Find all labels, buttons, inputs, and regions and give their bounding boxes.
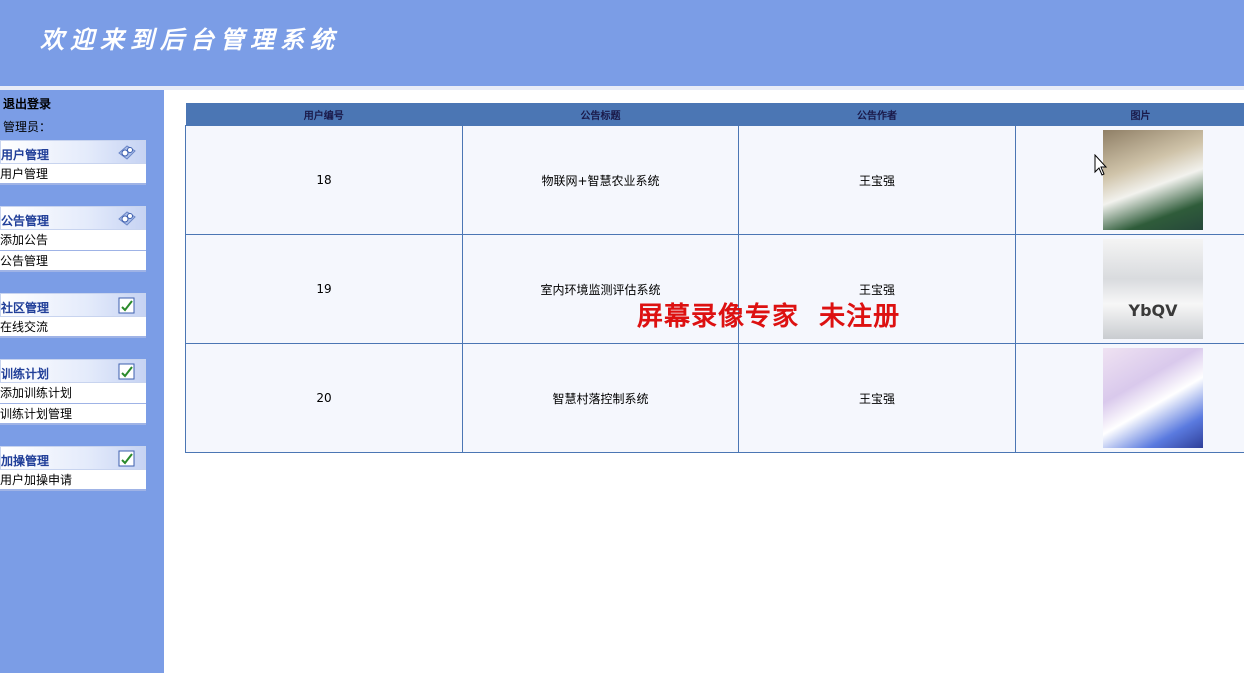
sidebar-item-add-notice[interactable]: 添加公告 — [0, 230, 146, 251]
table-row: 18 物联网+智慧农业系统 王宝强 — [185, 125, 1244, 235]
menu-head-label: 公告管理 — [1, 214, 50, 228]
menu-head-user[interactable]: 用户管理 — [0, 140, 146, 164]
edit-note-icon — [118, 363, 135, 380]
sidebar-item-add-training[interactable]: 添加训练计划 — [0, 383, 146, 404]
gears-icon — [118, 211, 136, 226]
col-header-image: 图片 — [1015, 103, 1244, 126]
cell-user-id: 19 — [185, 234, 463, 344]
menu-head-training[interactable]: 训练计划 — [0, 359, 146, 383]
notice-image — [1103, 130, 1203, 230]
cell-image — [1015, 343, 1244, 453]
sidebar-item-training-manage[interactable]: 训练计划管理 — [0, 404, 146, 425]
notice-image: YbQV — [1103, 239, 1203, 339]
system-title: 欢迎来到后台管理系统 — [40, 25, 340, 54]
gears-icon — [118, 145, 136, 160]
menu-group-user: 用户管理 用户管理 — [0, 140, 146, 185]
notice-table: 用户编号 公告标题 公告作者 图片 18 物联网+智慧农业系统 王宝强 19 室… — [185, 103, 1244, 453]
table-header-row: 用户编号 公告标题 公告作者 图片 — [185, 103, 1244, 126]
col-header-title: 公告标题 — [462, 103, 739, 126]
cell-author: 王宝强 — [738, 125, 1016, 235]
mouse-cursor-icon — [1094, 154, 1108, 176]
menu-group-notice: 公告管理 添加公告 公告管理 — [0, 206, 146, 272]
edit-note-icon — [118, 297, 135, 314]
sidebar: 退出登录 管理员： 用户管理 用户管理 公告管理 添加公告 公告管理 社区管理 … — [0, 90, 164, 673]
sidebar-item-notice-manage[interactable]: 公告管理 — [0, 251, 146, 272]
cell-author: 王宝强 — [738, 343, 1016, 453]
top-header: 欢迎来到后台管理系统 — [0, 0, 1244, 86]
menu-head-notice[interactable]: 公告管理 — [0, 206, 146, 230]
cell-user-id: 18 — [185, 125, 463, 235]
image-logo-text: YbQV — [1128, 301, 1178, 320]
menu-group-community: 社区管理 在线交流 — [0, 293, 146, 338]
cell-title: 智慧村落控制系统 — [462, 343, 739, 453]
sidebar-item-user-manage[interactable]: 用户管理 — [0, 164, 146, 185]
notice-image — [1103, 348, 1203, 448]
menu-head-label: 训练计划 — [1, 367, 50, 381]
menu-head-label: 加操管理 — [1, 454, 50, 468]
menu-head-label: 用户管理 — [1, 148, 50, 162]
menu-head-label: 社区管理 — [1, 301, 50, 315]
table-row: 20 智慧村落控制系统 王宝强 — [185, 343, 1244, 453]
cell-image — [1015, 125, 1244, 235]
menu-head-community[interactable]: 社区管理 — [0, 293, 146, 317]
cell-image: YbQV — [1015, 234, 1244, 344]
col-header-author: 公告作者 — [738, 103, 1016, 126]
menu-group-extra: 加操管理 用户加操申请 — [0, 446, 146, 491]
cell-user-id: 20 — [185, 343, 463, 453]
header-divider — [0, 86, 1244, 90]
menu-head-extra[interactable]: 加操管理 — [0, 446, 146, 470]
menu-group-training: 训练计划 添加训练计划 训练计划管理 — [0, 359, 146, 425]
cell-title: 物联网+智慧农业系统 — [462, 125, 739, 235]
logout-link[interactable]: 退出登录 — [3, 95, 51, 112]
edit-note-icon — [118, 450, 135, 467]
recorder-watermark: 屏幕录像专家 未注册 — [637, 302, 901, 332]
admin-label: 管理员： — [3, 120, 52, 134]
sidebar-item-extra-apply[interactable]: 用户加操申请 — [0, 470, 146, 491]
sidebar-item-online-chat[interactable]: 在线交流 — [0, 317, 146, 338]
col-header-user-id: 用户编号 — [185, 103, 463, 126]
